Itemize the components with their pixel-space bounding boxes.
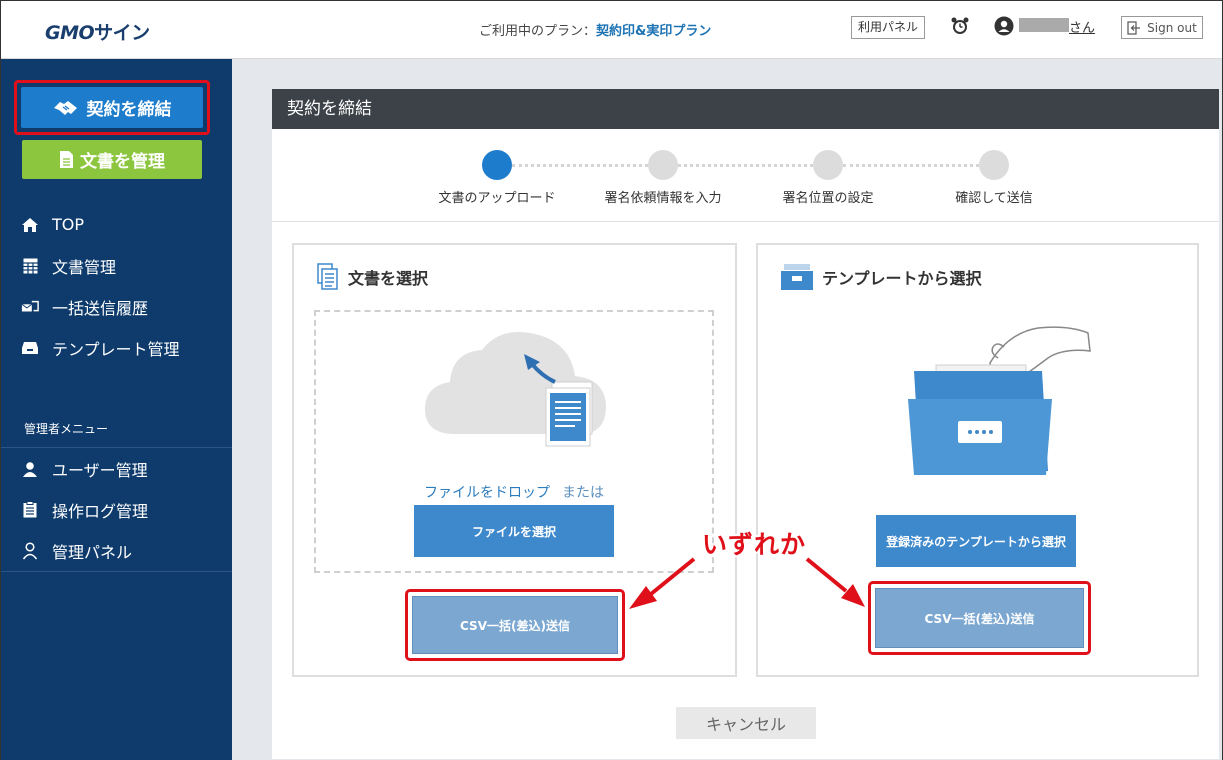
- contract-button-highlight: 契約を締結: [14, 80, 210, 135]
- contract-card: 契約を締結 文書のアップロード 署名依頼情報を入力 署名位置の設定 確認して送信…: [272, 89, 1219, 759]
- clipboard-icon: [21, 501, 39, 519]
- sidebar-item-top[interactable]: TOP: [1, 204, 232, 245]
- select-template-title: テンプレートから選択: [780, 263, 982, 291]
- gmo-sign-logo[interactable]: GMOサイン: [45, 18, 150, 45]
- home-icon: [21, 216, 39, 234]
- sidebar-item-users[interactable]: ユーザー管理: [1, 448, 232, 489]
- document-stack-icon: [317, 263, 338, 290]
- batch-send-icon: [21, 298, 39, 316]
- sign-out-button[interactable]: Sign out: [1121, 16, 1203, 39]
- sidebar-item-label: 一括送信履歴: [52, 298, 149, 318]
- sidebar-item-documents[interactable]: 文書管理: [1, 245, 232, 286]
- drop-instruction: ファイルをドロップ または: [316, 482, 712, 502]
- template-cabinet-icon: [908, 326, 1091, 475]
- sidebar: 契約を締結 文書を管理 TOP 文書管理 一括送信履歴 テンプレート管理 管理者…: [1, 59, 232, 760]
- select-document-title-text: 文書を選択: [348, 269, 429, 288]
- sidebar-item-operation-log[interactable]: 操作ログ管理: [1, 489, 232, 530]
- step-connector: [512, 164, 648, 167]
- select-template-panel: テンプレートから選択 登録済みのテンプレートから選択 CSV一括(差込)送信: [756, 243, 1199, 677]
- user-name-suffix[interactable]: さん: [1069, 17, 1095, 36]
- plan-label: ご利用中のプラン：: [479, 24, 597, 39]
- sidebar-item-label: テンプレート管理: [52, 339, 180, 359]
- logo-sign-text: サイン: [94, 22, 150, 44]
- user-icon: [21, 460, 39, 478]
- step-dot-confirm: [979, 150, 1009, 180]
- step-label-signature-position: 署名位置の設定: [782, 191, 874, 206]
- contract-button-label: 契約を締結: [86, 100, 172, 120]
- page-title: 契約を締結: [272, 89, 1219, 129]
- manage-docs-label: 文書を管理: [80, 152, 165, 172]
- usage-panel-button[interactable]: 利用パネル: [851, 16, 925, 39]
- plan-name: 契約印&実印プラン: [596, 24, 712, 39]
- step-connector: [843, 164, 979, 167]
- current-plan: ご利用中のプラン：契約印&実印プラン: [479, 20, 711, 39]
- select-document-title: 文書を選択: [316, 263, 428, 291]
- contract-button[interactable]: 契約を締結: [21, 87, 203, 128]
- select-file-button[interactable]: ファイルを選択: [414, 505, 614, 557]
- user-icon[interactable]: [994, 16, 1014, 36]
- select-template-title-text: テンプレートから選択: [822, 269, 982, 288]
- step-connector: [678, 164, 813, 167]
- select-document-panel: 文書を選択 ファイルをドロップ または ファイルを選択 CSV一括(差込)送信: [292, 243, 737, 677]
- tray-icon: [21, 339, 39, 357]
- main-nav: TOP 文書管理 一括送信履歴 テンプレート管理: [1, 204, 232, 368]
- document-icon: [60, 151, 73, 168]
- admin-user-icon: [21, 541, 39, 560]
- sidebar-item-label: 文書管理: [52, 257, 117, 277]
- alarm-clock-icon[interactable]: [950, 16, 970, 36]
- step-dot-signature-position: [813, 150, 843, 180]
- sign-out-label: Sign out: [1147, 20, 1197, 35]
- admin-menu-title: 管理者メニュー: [24, 422, 109, 436]
- sidebar-item-templates[interactable]: テンプレート管理: [1, 327, 232, 368]
- step-label-confirm: 確認して送信: [955, 191, 1033, 206]
- grid-icon: [21, 257, 39, 275]
- annotation-label: いずれか: [702, 530, 807, 559]
- step-label-request-info: 署名依頼情報を入力: [604, 191, 722, 206]
- file-dropzone[interactable]: ファイルをドロップ または ファイルを選択: [314, 310, 714, 573]
- csv-button-highlight-left: CSV一括(差込)送信: [405, 589, 625, 661]
- step-dot-request-info: [648, 150, 678, 180]
- handshake-icon: [53, 100, 77, 115]
- drop-or-text: または: [562, 485, 604, 501]
- manage-docs-button[interactable]: 文書を管理: [22, 140, 202, 179]
- step-dot-upload: [482, 150, 512, 180]
- sidebar-item-label: ユーザー管理: [52, 460, 148, 480]
- sidebar-item-admin-panel[interactable]: 管理パネル: [1, 530, 232, 571]
- csv-batch-send-button-left[interactable]: CSV一括(差込)送信: [412, 596, 618, 654]
- top-header: GMOサイン ご利用中のプラン：契約印&実印プラン 利用パネル さん Sign …: [1, 1, 1222, 59]
- sidebar-item-label: 管理パネル: [52, 542, 133, 562]
- cloud-upload-icon: [425, 332, 606, 447]
- sidebar-item-batch-history[interactable]: 一括送信履歴: [1, 286, 232, 327]
- csv-batch-send-button-right[interactable]: CSV一括(差込)送信: [875, 588, 1084, 648]
- sign-out-icon: [1127, 20, 1141, 35]
- logo-gmo-text: GMO: [45, 22, 95, 44]
- registered-template-button[interactable]: 登録済みのテンプレートから選択: [876, 515, 1076, 567]
- sidebar-item-label: 操作ログ管理: [52, 501, 149, 521]
- drop-text: ファイルをドロップ: [424, 485, 550, 501]
- cancel-button[interactable]: キャンセル: [676, 707, 816, 739]
- csv-button-highlight-right: CSV一括(差込)送信: [868, 581, 1091, 655]
- step-progress: 文書のアップロード 署名依頼情報を入力 署名位置の設定 確認して送信: [272, 129, 1219, 222]
- archive-box-icon: [781, 264, 813, 290]
- admin-nav: ユーザー管理 操作ログ管理 管理パネル: [1, 448, 232, 572]
- sidebar-item-label: TOP: [52, 215, 85, 234]
- step-label-upload: 文書のアップロード: [438, 191, 556, 206]
- user-name-redacted: [1019, 18, 1069, 32]
